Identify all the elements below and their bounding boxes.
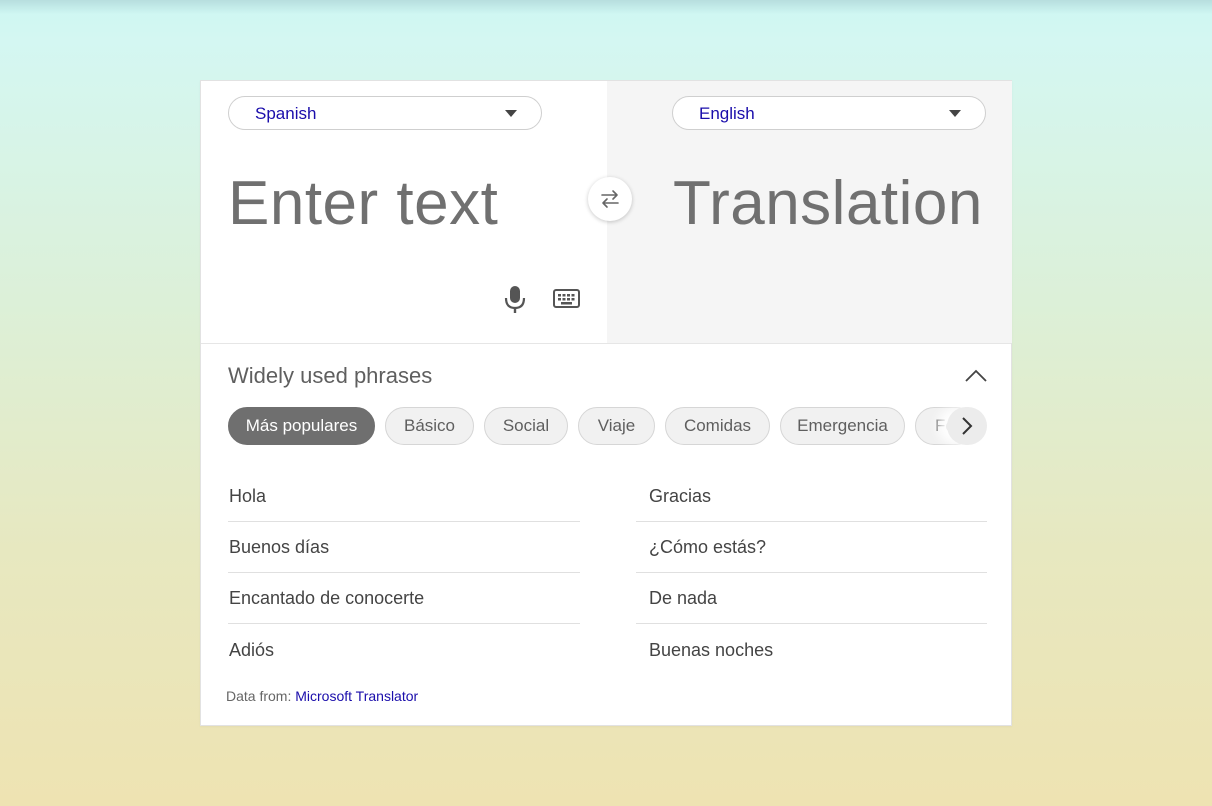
phrase-item[interactable]: Buenas noches [636,625,987,676]
source-language-label: Spanish [255,104,317,123]
keyboard-icon[interactable] [552,287,582,311]
phrases-section-title: Widely used phrases [228,363,433,388]
phrase-item[interactable]: Buenos días [228,522,580,573]
chevron-up-icon[interactable] [965,367,987,383]
phrase-item[interactable]: ¿Cómo estás? [636,522,987,573]
tab-mas-populares[interactable]: Más populares [228,407,375,445]
translator-card: Spanish Enter text English Translation W… [200,80,1012,726]
source-pane: Spanish Enter text [201,81,607,343]
swap-languages-button[interactable] [588,177,632,221]
tabs-next-button[interactable] [947,407,987,445]
tab-comidas[interactable]: Comidas [665,407,770,445]
attribution-prefix: Data from: [226,688,292,704]
target-language-label: English [699,104,755,123]
tab-basico[interactable]: Básico [385,407,474,445]
phrase-item[interactable]: Gracias [636,471,987,522]
section-divider [201,343,1011,344]
microsoft-translator-link[interactable]: Microsoft Translator [295,688,418,704]
target-pane: English Translation [607,81,1012,343]
phrase-item[interactable]: Encantado de conocerte [228,573,580,624]
source-language-select[interactable]: Spanish [228,96,542,130]
phrase-item[interactable]: Adiós [228,625,580,676]
tab-social[interactable]: Social [484,407,568,445]
phrase-item[interactable]: De nada [636,573,987,624]
caret-down-icon [949,110,961,117]
translation-output: Translation [673,169,983,238]
window-top-shade [0,0,1212,14]
phrase-item[interactable]: Hola [228,471,580,522]
tab-viaje[interactable]: Viaje [578,407,655,445]
attribution: Data from: Microsoft Translator [226,688,418,704]
caret-down-icon [505,110,517,117]
source-text-input[interactable]: Enter text [228,171,498,237]
microphone-icon[interactable] [503,285,527,315]
chevron-right-icon [962,417,973,435]
swap-arrows-icon [601,190,619,208]
tab-emergencia[interactable]: Emergencia [780,407,905,445]
target-language-select[interactable]: English [672,96,986,130]
phrase-category-tabs: Más populares Básico Social Viaje Comida… [228,407,988,447]
